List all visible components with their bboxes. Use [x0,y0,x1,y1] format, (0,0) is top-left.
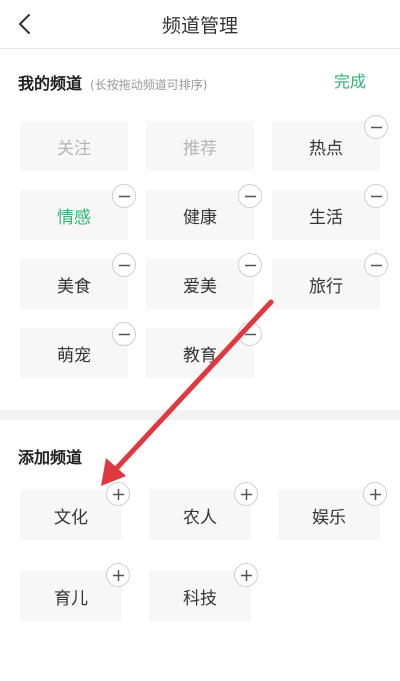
annotation-arrow-icon [101,299,274,486]
channel-management-screen: 频道管理 我的频道 (长按拖动频道可排序) 完成 关注 推荐 热点 情感 健康 生… [0,0,400,681]
